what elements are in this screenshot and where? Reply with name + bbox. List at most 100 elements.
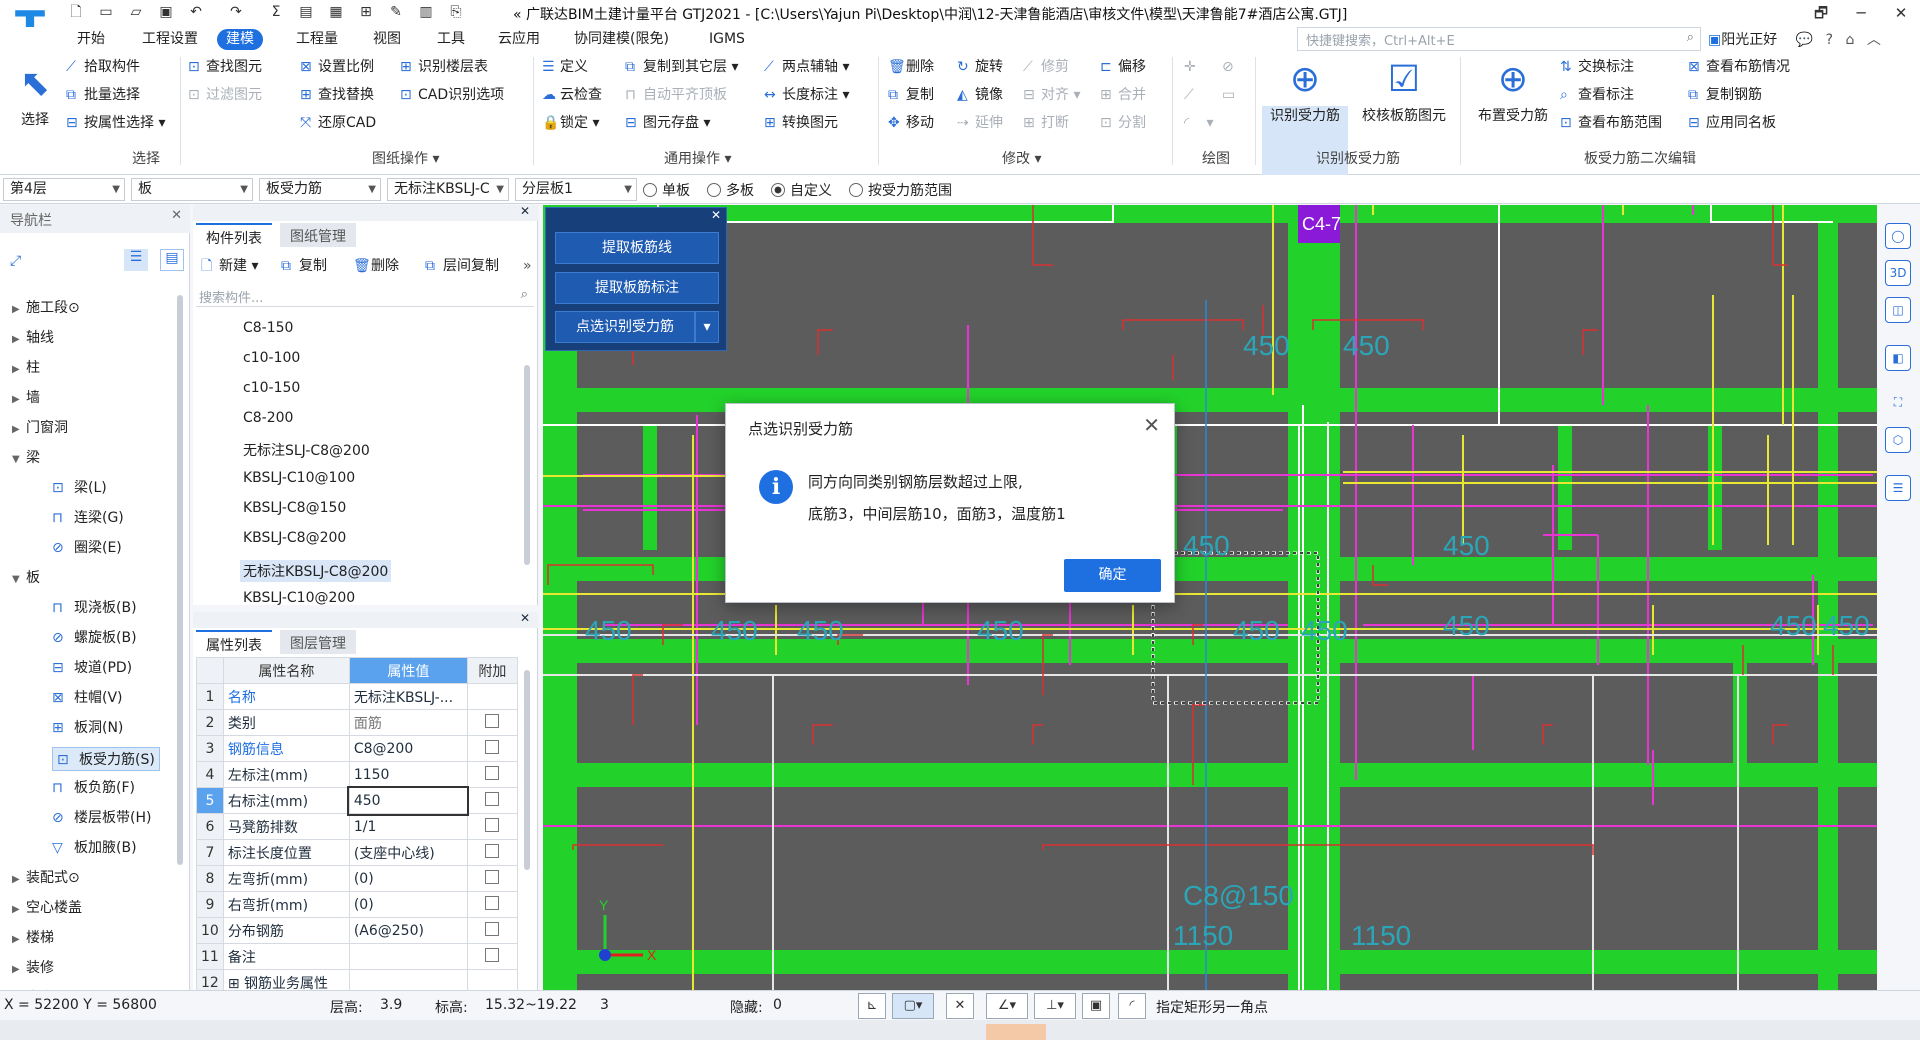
two-point-axis-button[interactable]: ⟋ 两点辅轴 ▾ [764,56,849,78]
convert-element-button[interactable]: ⊞ 转换图元 [764,112,838,134]
component-item[interactable]: C8-200 [243,410,293,426]
checkbox[interactable] [485,843,500,858]
radio-multi-board[interactable]: 多板 [707,180,754,200]
nav-item[interactable]: ⊘ 楼层板带(H) [52,807,151,827]
component-item[interactable]: KBSLJ-C8@200 [243,530,346,546]
table-row[interactable]: 6 马凳筋排数 1/1 [196,813,518,840]
rotate-button[interactable]: ↻ 旋转 [957,56,1003,78]
extract-rebar-label-button[interactable]: 提取板筋标注 [555,272,719,304]
curve-icon[interactable]: ◜ [1118,993,1146,1019]
property-value[interactable]: 面筋 [348,709,468,736]
close-icon[interactable]: ✕ [711,208,721,222]
cloud-check-button[interactable]: ☁ 云检查 [542,84,602,106]
length-dim-button[interactable]: ↔ 长度标注 ▾ [764,84,849,106]
break-button[interactable]: ⊞ 打断 [1023,112,1069,134]
table-row[interactable]: 5 右标注(mm) 450 [196,785,518,816]
draw-line-button[interactable]: ⟋ [1184,84,1202,106]
property-value[interactable]: C8@200 [348,735,468,762]
checkbox[interactable] [485,817,500,832]
dropdown-arrow-icon[interactable]: ▾ [695,311,719,343]
rect-select-icon[interactable]: ▢▾ [892,993,934,1019]
menu-collab[interactable]: 协同建模(限免) [565,29,678,50]
taskbar-item[interactable] [986,1024,1046,1040]
find-element-button[interactable]: ⊡ 查找图元 [188,56,262,78]
delete-component-button[interactable]: 🗑删除 [353,255,399,277]
more-icon[interactable]: » [523,255,532,277]
property-value[interactable]: (0) [348,891,468,918]
tab-drawing-management[interactable]: 图纸管理 [280,223,356,247]
minimize-icon[interactable]: ─ [1846,1,1876,25]
component-item[interactable]: C8-150 [243,320,293,336]
fit-view-icon[interactable]: ⛶ [1885,390,1911,416]
draw-circle-button[interactable]: ⊘ [1222,56,1240,78]
checkbox[interactable] [485,921,500,936]
detail-view-icon[interactable]: ▤ [160,249,184,271]
chevron-right-icon[interactable]: ▶ [12,964,26,975]
pen-icon[interactable]: ✎ [386,2,406,22]
nav-item[interactable]: ⊘ 螺旋板(B) [52,627,137,647]
new-component-button[interactable]: 🗋 新建 ▾ [201,255,258,277]
close-icon[interactable]: ✕ [171,208,182,223]
nav-item[interactable]: ▶ 装修 [12,957,54,977]
floor-copy-button[interactable]: ⧉ 层间复制 [425,255,499,277]
batch-select-button[interactable]: ⧉ 批量选择 [66,84,140,106]
component-item[interactable]: KBSLJ-C10@200 [243,590,355,606]
nav-item[interactable]: ▼ 梁 [12,447,40,467]
collapse-icon[interactable]: ︿ [1867,32,1881,48]
nav-item[interactable]: ⊟ 坡道(PD) [52,657,132,677]
grid-icon[interactable]: ▦ [326,2,346,22]
box-view-icon[interactable]: ◧ [1885,345,1911,371]
tab-property-list[interactable]: 属性列表 [196,630,272,654]
view-layout-button[interactable]: ⊠ 查看布筋情况 [1688,56,1790,78]
angle-icon[interactable]: ∠▾ [986,993,1028,1019]
table-row[interactable]: 8 左弯折(mm) (0) [196,865,518,892]
table-row[interactable]: 10 分布钢筋 (A6@250) [196,917,518,944]
chevron-right-icon[interactable]: ▶ [12,934,26,945]
nav-item[interactable]: ⊘ 圈梁(E) [52,537,122,557]
copy-component-button[interactable]: ⧉ 复制 [281,255,327,277]
copy-to-floor-button[interactable]: ⧉ 复制到其它层 ▾ [625,56,738,78]
save-icon[interactable]: ▣ [156,2,176,22]
chevron-right-icon[interactable]: ▶ [12,334,26,345]
menu-tools[interactable]: 工具 [428,29,474,50]
chevron-right-icon[interactable]: ▶ [12,364,26,375]
ruler-icon[interactable]: ▥ [416,2,436,22]
point-recognize-button[interactable]: 点选识别受力筋 [555,311,695,343]
draw-point-button[interactable]: ✛ [1184,56,1202,78]
cross-select-icon[interactable]: ✕ [946,993,974,1019]
nav-item[interactable]: ▶ 轴线 [12,327,54,347]
subtype-select[interactable]: 板受力筋 ▼ [259,178,381,201]
pick-component-button[interactable]: ⟋ 拾取构件 [66,56,140,78]
component-item[interactable]: KBSLJ-C8@150 [243,500,346,516]
property-value[interactable]: (支座中心线) [348,839,468,866]
nav-item[interactable]: ⊓ 现浇板(B) [52,597,137,617]
select-by-property-button[interactable]: ⊟ 按属性选择 ▾ [66,112,165,134]
nav-item[interactable]: ▶ 柱 [12,357,40,377]
nav-item[interactable]: ▶ 门窗洞 [12,417,68,437]
table-row[interactable]: 9 右弯折(mm) (0) [196,891,518,918]
screenshot-icon[interactable]: ▣ [1082,993,1110,1019]
close-icon[interactable]: ✕ [520,611,530,625]
extract-rebar-line-button[interactable]: 提取板筋线 [555,232,719,264]
component-item[interactable]: 无标注SLJ-C8@200 [243,440,370,460]
split-button[interactable]: ⊡ 分割 [1100,112,1146,134]
sum-icon[interactable]: Σ [266,2,286,22]
nav-item[interactable]: ▶ 楼梯 [12,927,54,947]
view-dim-button[interactable]: ⌕ 查看标注 [1560,84,1634,106]
view-range-button[interactable]: ⊡ 查看布筋范围 [1560,112,1662,134]
radio-custom[interactable]: 自定义 [771,180,832,200]
component-item[interactable]: c10-100 [243,350,300,366]
store-element-button[interactable]: ⊟ 图元存盘 ▾ [625,112,710,134]
chevron-down-icon[interactable]: ▼ [12,454,26,465]
nav-item[interactable]: ⊡ 板受力筋(S) [52,747,160,771]
menu-view[interactable]: 视图 [364,29,410,50]
nav-scrollbar[interactable] [177,295,183,865]
property-value[interactable] [348,943,468,970]
mirror-button[interactable]: ◭ 镜像 [957,84,1003,106]
view-list-icon[interactable]: ☰ [1885,475,1911,501]
nav-item[interactable]: ⊞ 板洞(N) [52,717,123,737]
property-value[interactable]: (0) [348,865,468,892]
merge-button[interactable]: ⊞ 合并 [1100,84,1146,106]
radio-single-board[interactable]: 单板 [643,180,690,200]
ortho-icon[interactable]: ⊾ [858,993,886,1019]
